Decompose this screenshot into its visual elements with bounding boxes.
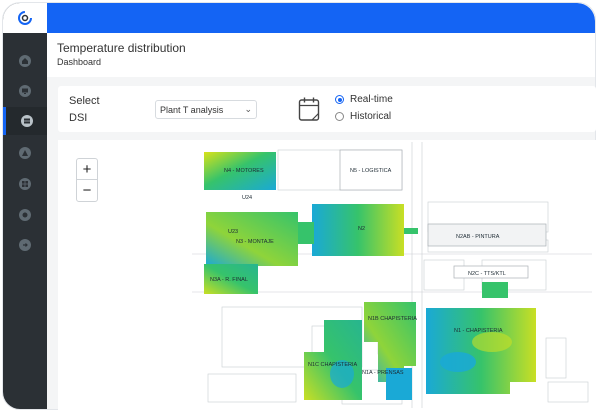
dsi-label: DSI — [69, 112, 88, 124]
dsi-select[interactable]: Plant T analysis ⌄ — [155, 100, 257, 119]
heat-zone-link-n3-n2 — [298, 222, 314, 244]
filter-panel: Select DSI Plant T analysis ⌄ Real-time … — [58, 86, 596, 132]
dsi-select-value: Plant T analysis — [160, 104, 224, 115]
warm-spot — [472, 332, 512, 352]
sidebar-item-table[interactable] — [3, 107, 47, 135]
heat-zone-link-n2 — [404, 228, 418, 234]
label-n1b: N1B CHAPISTERIA — [368, 316, 417, 322]
label-n3a: N3A - R. FINAL — [210, 277, 248, 283]
label-n2ab: N2AB - PINTURA — [456, 234, 500, 240]
sidebar-item-home[interactable] — [3, 47, 47, 75]
label-n1a: N1A - PRENSAS — [362, 370, 404, 376]
logout-icon — [19, 239, 31, 251]
chevron-down-icon: ⌄ — [244, 104, 252, 114]
heat-zone-n1c[interactable] — [304, 320, 362, 400]
warning-icon — [19, 147, 31, 159]
label-n4: N4 - MOTORES — [224, 168, 264, 174]
label-n5: N5 - LOGISTICA — [350, 168, 392, 174]
calendar-icon[interactable] — [298, 96, 320, 122]
radio-realtime-button[interactable] — [335, 95, 344, 104]
radio-realtime-label: Real-time — [350, 94, 393, 105]
heat-zone-n1[interactable] — [426, 308, 536, 394]
grid-icon — [19, 178, 31, 190]
cool-spot — [440, 352, 476, 372]
sidebar-item-settings[interactable] — [3, 201, 47, 229]
map-panel[interactable]: + − N4 - MOTORES N5 - LOGISTICA U24 U23 … — [58, 140, 596, 410]
sidebar-item-monitor[interactable] — [3, 77, 47, 105]
sidebar-item-grid[interactable] — [3, 170, 47, 198]
plant-heatmap[interactable]: N4 - MOTORES N5 - LOGISTICA U24 U23 N3 -… — [192, 142, 592, 408]
logo-icon — [18, 11, 32, 25]
label-n3: N3 - MONTAJE — [236, 239, 274, 245]
zoom-control: + − — [76, 158, 98, 202]
radio-historical-button[interactable] — [335, 112, 344, 121]
label-u24: U24 — [242, 195, 252, 201]
radio-historical-label: Historical — [350, 111, 392, 122]
app-logo[interactable] — [3, 3, 47, 33]
label-n2: N2 — [358, 226, 365, 232]
table-icon — [20, 115, 33, 127]
sidebar — [3, 3, 47, 409]
page-header: Temperature distribution Dashboard — [47, 33, 595, 77]
monitor-icon — [19, 85, 31, 97]
label-u23: U23 — [228, 229, 238, 235]
sidebar-item-logout[interactable] — [3, 231, 47, 259]
zoom-in-button[interactable]: + — [77, 159, 97, 180]
select-label: Select — [69, 95, 100, 107]
zoom-out-button[interactable]: − — [77, 180, 97, 201]
home-icon — [19, 55, 31, 67]
radio-historical[interactable]: Historical — [335, 111, 391, 122]
heat-zone-small — [482, 282, 508, 298]
sidebar-item-alerts[interactable] — [3, 139, 47, 167]
page-title: Temperature distribution — [57, 41, 186, 55]
label-n1c: N1C CHAPISTERIA — [308, 362, 358, 368]
radio-realtime[interactable]: Real-time — [335, 94, 393, 105]
breadcrumb[interactable]: Dashboard — [57, 57, 101, 67]
label-n2c: N2C - TTS/KTL — [468, 271, 506, 277]
settings-icon — [19, 209, 31, 221]
top-bar — [47, 3, 595, 33]
label-n1: N1 - CHAPISTERIA — [454, 328, 503, 334]
